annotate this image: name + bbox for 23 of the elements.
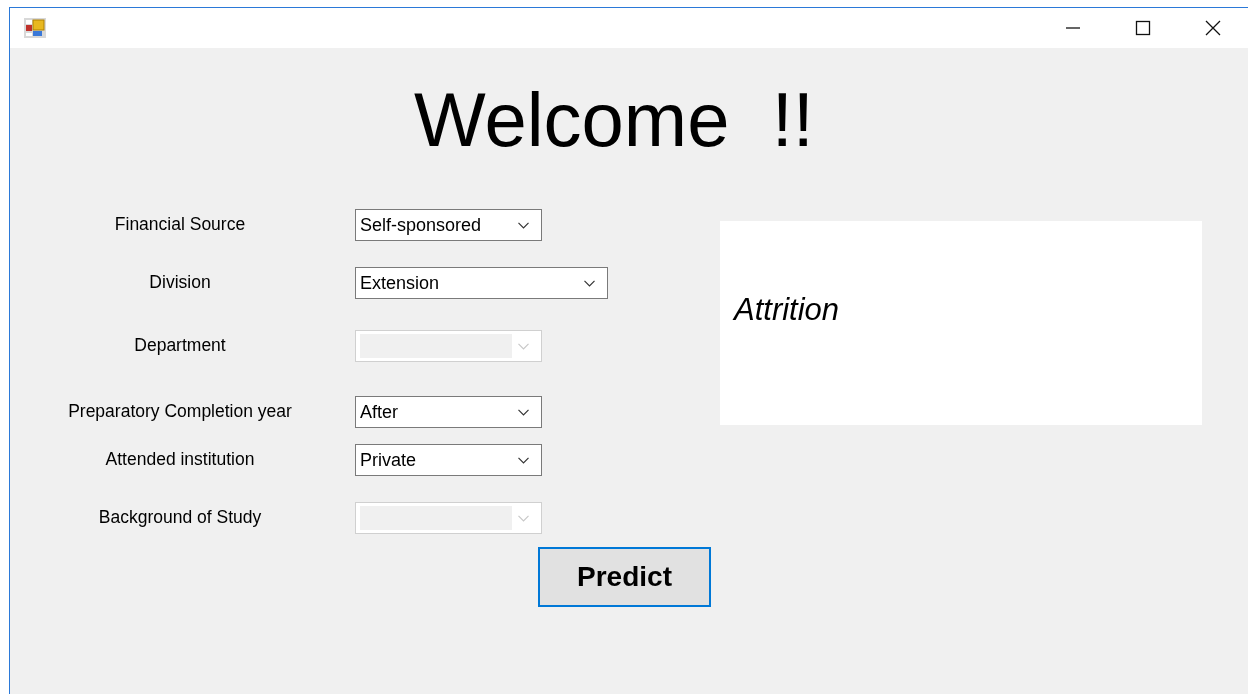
minimize-icon <box>1065 27 1081 29</box>
maximize-icon <box>1135 20 1151 36</box>
dropdown[interactable]: Extension <box>355 267 608 299</box>
field-label: Department <box>133 334 227 357</box>
chevron-icon <box>518 342 529 350</box>
field-label: Attended institution <box>104 448 256 471</box>
app-icon <box>24 18 46 38</box>
chevron-icon <box>518 408 529 416</box>
field-label: Financial Source <box>113 213 247 236</box>
chevron-icon <box>518 514 529 522</box>
chevron-icon <box>584 279 595 287</box>
dropdown[interactable]: After <box>355 396 542 428</box>
close-icon <box>1205 20 1221 36</box>
dropdown[interactable]: Self-sponsored <box>355 209 542 241</box>
chevron-icon <box>518 221 529 229</box>
field-label: Division <box>148 271 212 294</box>
chevron-icon <box>518 456 529 464</box>
result-text: Attrition <box>734 292 840 328</box>
predict-button[interactable]: Predict <box>538 547 711 607</box>
field-label: Preparatory Completion year <box>67 400 293 423</box>
dropdown[interactable]: Private <box>355 444 542 476</box>
field-label: Background of Study <box>97 506 263 529</box>
welcome-heading: Welcome !! <box>413 81 815 159</box>
